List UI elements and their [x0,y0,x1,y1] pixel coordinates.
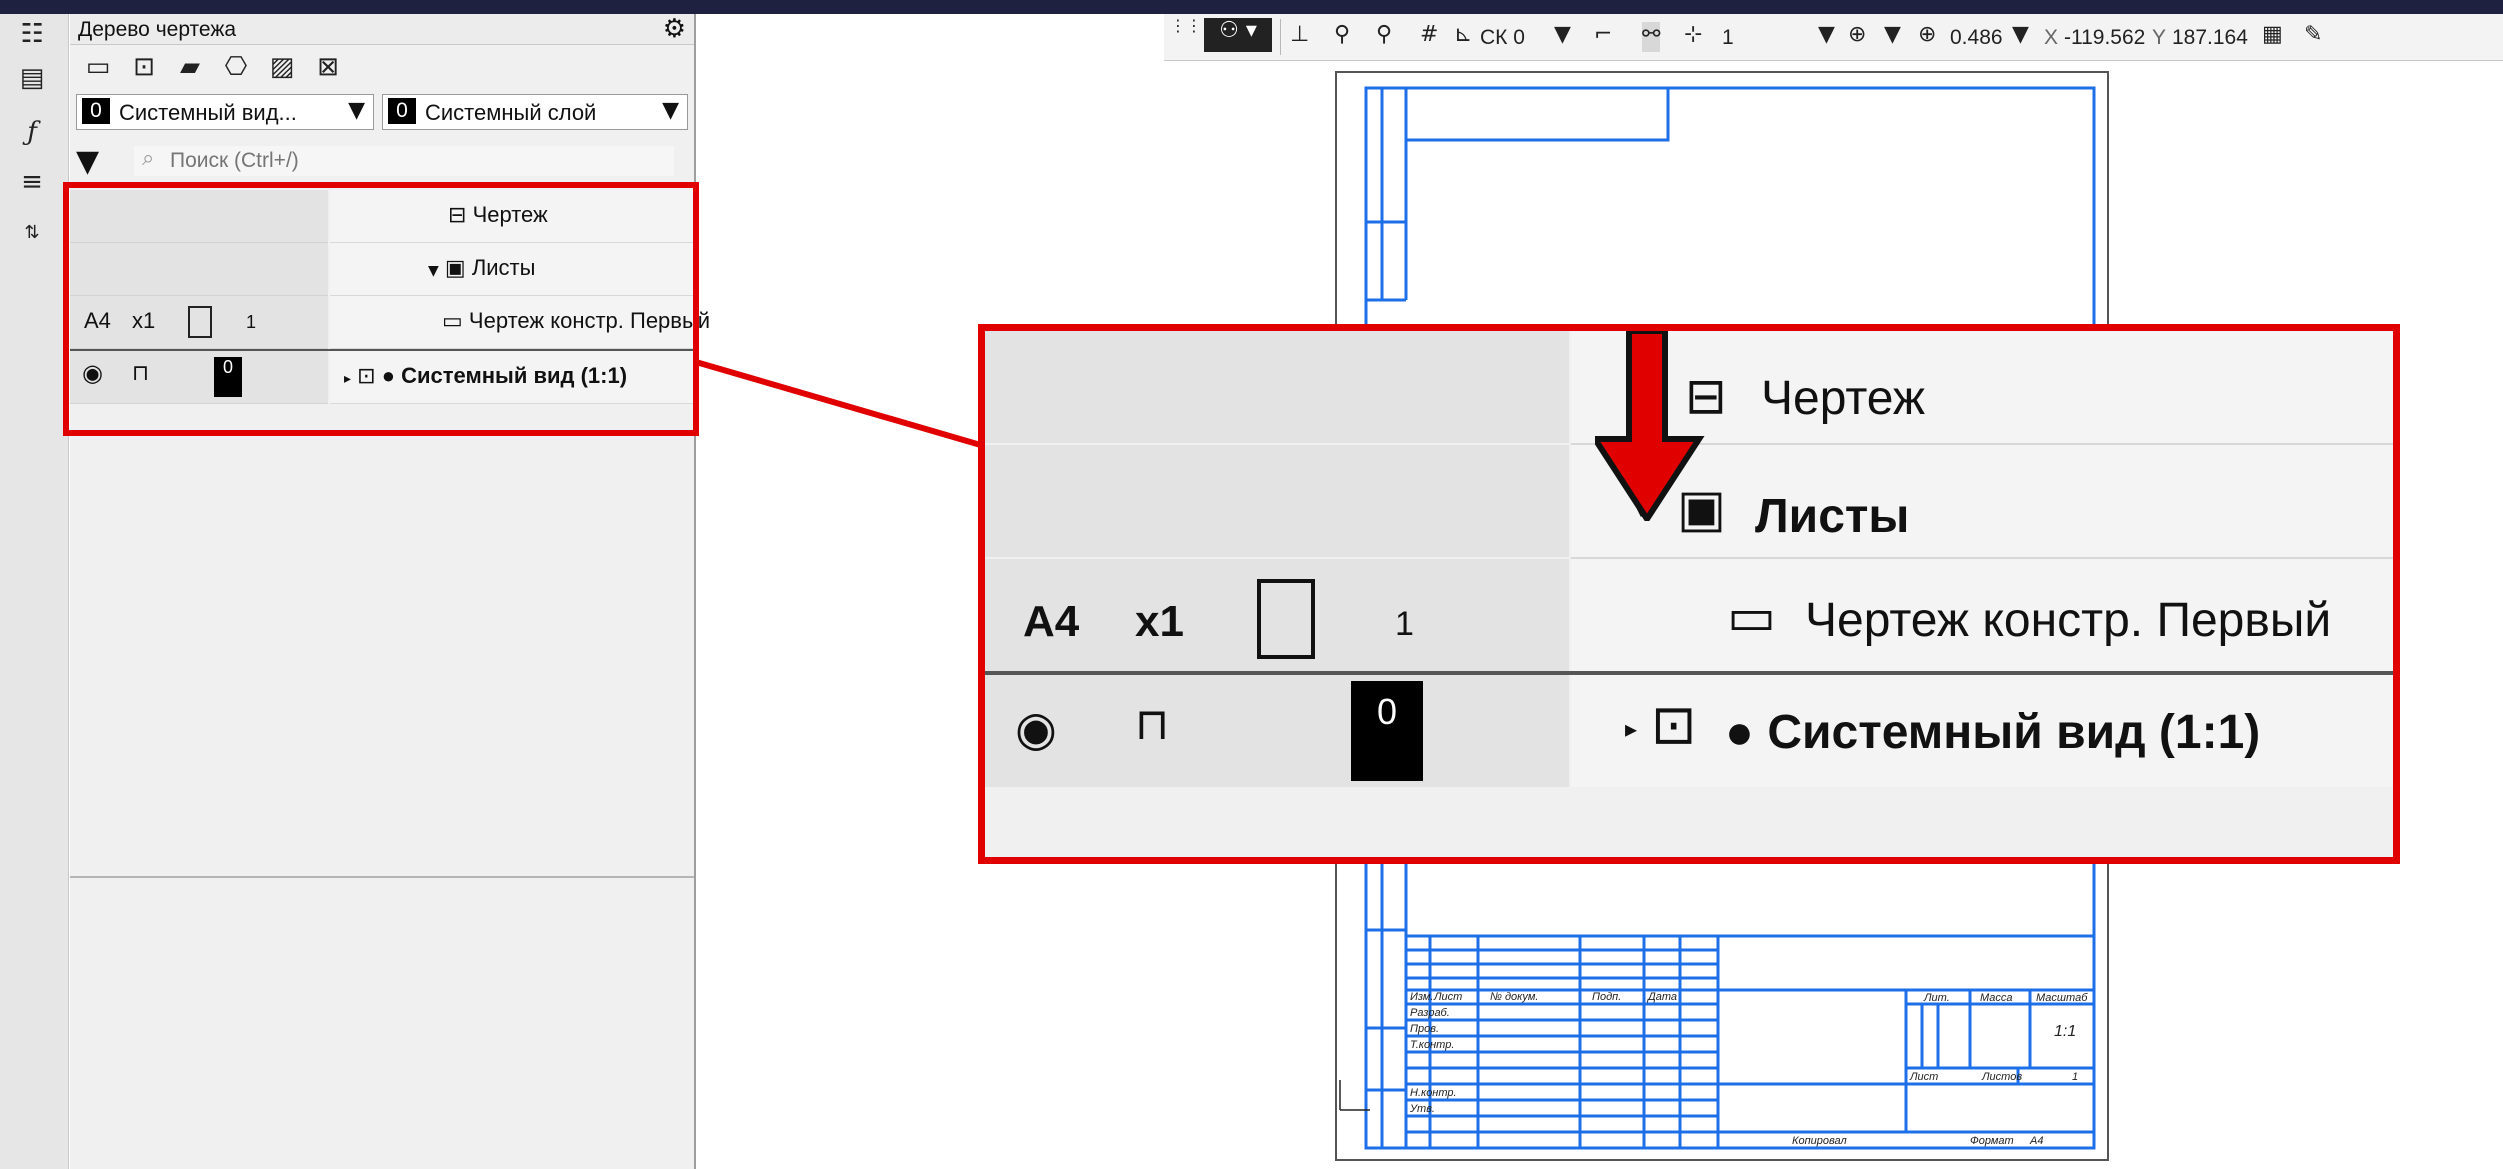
y-value: 187.164 [2172,26,2248,49]
left-tool-rail: ☷ ▤ ƒ ≡ ⇅ [0,14,69,1169]
pipette-icon[interactable]: ✎ [2304,22,2322,52]
chevron-down-icon: ▼ [662,98,679,123]
local-view-icon[interactable]: ⊠ [312,51,344,83]
tb-ndok: № докум. [1490,991,1538,1003]
layer-select-value: Системный слой [425,100,597,125]
layer-icon[interactable]: ▰ [174,51,206,83]
layer-number: 0 [388,98,416,124]
tb-nkontr: Н.контр. [1410,1087,1457,1099]
expand-icon: ▸ [1625,715,1638,743]
grip-icon: ⋮⋮ [1170,16,1202,35]
search-icon: ⌕ [142,146,155,171]
panel-toolbar: ▭ ⊡ ▰ ⎔ ▨ ⊠ [70,45,694,89]
view-select-value: Системный вид... [119,100,297,125]
tb-data: Дата [1646,991,1677,1003]
round-icon[interactable]: ⌐ [1594,22,1612,52]
y-label: Y [2152,26,2167,49]
tb-podp: Подп. [1592,991,1621,1003]
view-icon: ⊡ [1651,693,1697,756]
search-box[interactable]: ⌕ [134,146,674,176]
zoom-multiplier: x1 [1135,597,1184,646]
layers-icon[interactable]: ≡ [14,164,50,200]
x-value: -119.562 [2064,26,2146,49]
search-input[interactable] [168,148,652,174]
tb-prov: Пров. [1410,1023,1439,1035]
step-icon[interactable]: ⊹ [1684,22,1702,52]
eye-icon: ◉ [1015,701,1057,757]
tb-tkontr: Т.контр. [1410,1039,1454,1051]
grid-icon[interactable]: # [1420,22,1438,52]
window-title-bar [0,0,2503,14]
separator [1280,19,1281,55]
view-number: 0 [82,98,110,124]
tb-format-value: A4 [2029,1135,2043,1147]
order-icon[interactable]: ⇅ [14,214,50,250]
tb-format: Формат [1970,1135,2014,1147]
view-icon[interactable]: ⊡ [128,51,160,83]
x-label: X [2044,26,2059,49]
tb-razrab: Разраб. [1410,1007,1450,1019]
zoom-sheets-label: Листы [1755,490,1910,543]
zoom-sheet-label: Чертеж констр. Первый [1805,594,2332,647]
zoom-left-cell [985,331,1569,443]
variables-icon[interactable]: ƒ [14,114,50,150]
zoom-layer-badge: 0 [1351,681,1423,781]
tb-izm: Изм. [1410,991,1433,1003]
arrow-down-icon [1595,331,1705,521]
gear-icon[interactable]: ⚙ [663,14,686,44]
snap-mode-icon[interactable]: ⚇ ▾ [1204,18,1272,52]
chevron-down-icon[interactable]: ▼ [2012,22,2029,52]
zoom-icon[interactable]: ⊕ [1918,22,1936,52]
canvas-toolbar: ⋮⋮ ⚇ ▾ ⊥ ⚲ ⚲ # ⊾ СК 0 ▼ ⌐ ⚯ ⊹ 1 ▼ ⊕ ▼ ⊕ … [1164,14,2503,61]
filter-row: ▼ ⌕ [70,140,694,184]
magnet-icon[interactable]: ⚯ [1642,22,1661,52]
insert-fragment-icon[interactable]: ⎔ [220,51,252,83]
chevron-down-icon: ▼ [348,98,365,123]
tb-list: Лист [1433,991,1462,1003]
zoom-callout: ⊟ Чертеж ▼ ▣ Листы A4 x1 1 ▭ Чертеж конс… [978,324,2400,864]
zoom-view-label: ● Системный вид (1:1) [1725,706,2261,759]
tb-lit: Лит. [1923,992,1950,1004]
zoom-number: 1 [1395,605,1414,643]
image-icon[interactable]: ▨ [266,51,298,83]
properties-icon[interactable]: ▤ [14,60,50,96]
panel-splitter[interactable] [70,876,694,878]
zoom-format: A4 [1023,597,1080,646]
tb-listov-value: 1 [2072,1071,2078,1083]
ortho-icon[interactable]: ⊥ [1290,22,1309,52]
tb-massa: Масса [1980,992,2013,1004]
zoom-window-icon[interactable]: ⊕ [1848,22,1866,52]
step-value[interactable]: 1 [1722,26,1734,56]
tb-list2: Лист [1909,1071,1938,1083]
chevron-down-icon[interactable]: ▼ [1818,22,1835,52]
layer-select[interactable]: 0 Системный слой ▼ [382,94,688,130]
zoom-left-cell [985,445,1569,557]
sheet-icon[interactable]: ▭ [82,51,114,83]
tb-masshtab: Масштаб [2036,992,2088,1004]
unlock-icon: ⊓ [1135,699,1170,750]
filter-icon[interactable]: ▼ [76,144,110,179]
panel-header: Дерево чертежа ⚙ [70,14,694,45]
local-snap-icon[interactable]: ⚲ [1376,22,1392,52]
zoom-root-label: Чертеж [1761,372,1926,425]
view-select[interactable]: 0 Системный вид... ▼ [76,94,374,130]
tb-kopiroval: Копировал [1792,1135,1847,1147]
chevron-down-icon[interactable]: ▼ [1554,22,1571,52]
calculator-icon[interactable]: ▦ [2262,22,2283,52]
tree-icon[interactable]: ☷ [14,16,50,52]
portrait-icon [1257,579,1315,659]
cs-icon[interactable]: ⊾ [1454,22,1472,52]
tb-utv: Утв. [1409,1103,1435,1115]
panel-title: Дерево чертежа [78,18,237,41]
tb-listov: Листов [1981,1071,2022,1083]
tb-scale: 1:1 [2054,1023,2076,1040]
snap-icon[interactable]: ⚲ [1334,22,1350,52]
highlight-frame [63,182,699,436]
sheet-icon: ▭ [1727,587,1777,647]
zoom-value[interactable]: 0.486 [1950,26,2003,56]
chevron-down-icon[interactable]: ▼ [1884,22,1901,52]
cs-select-value[interactable]: СК 0 [1480,26,1525,56]
zoom-left-cell [985,675,1569,787]
